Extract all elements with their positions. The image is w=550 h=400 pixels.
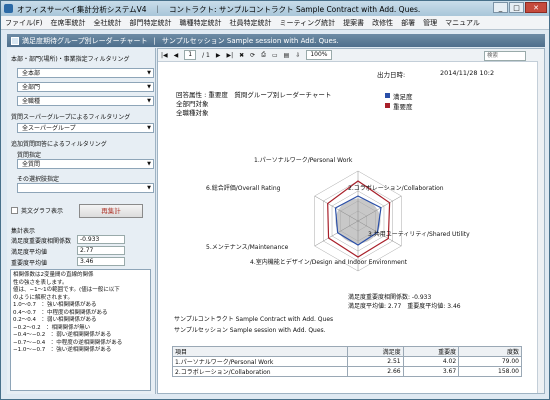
print-label: 出力日時: bbox=[377, 71, 406, 79]
window-title: オフィスサーベイ集計分析システムV4 ｜ コントラクト: サンプルコントラクト … bbox=[17, 5, 421, 14]
group-label: 質問スーパーグループによるフィルタリング bbox=[11, 114, 131, 121]
contract-text: サンプルコントラクト Sample Contract with Add. Que… bbox=[174, 316, 334, 323]
corr-text: 満足度重要度相関係数: -0.933 bbox=[348, 294, 432, 301]
prev-page-icon[interactable]: ◀ bbox=[174, 52, 179, 59]
choice-select[interactable]: ▼ bbox=[17, 183, 154, 193]
session-text: サンプルセッション Sample session with Add. Ques. bbox=[174, 327, 326, 334]
menu-job[interactable]: 職種特定統計 bbox=[176, 18, 226, 28]
stat3-value: 3.46 bbox=[77, 257, 125, 266]
chevron-down-icon: ▼ bbox=[147, 98, 151, 104]
table-row: 2.コラボレーション/Collaboration 2.66 3.67 158.00 bbox=[172, 366, 522, 377]
first-page-icon[interactable]: |◀ bbox=[161, 52, 168, 59]
menu-bar: ファイル(F) 在席率統計 全社統計 部門特定統計 職種特定統計 社員特定統計 … bbox=[1, 16, 549, 30]
search-input[interactable]: 検索 bbox=[484, 51, 526, 61]
title-bar: オフィスサーベイ集計分析システムV4 ｜ コントラクト: サンプルコントラクト … bbox=[1, 1, 549, 16]
question-select[interactable]: 全質問 ▼ bbox=[17, 159, 154, 169]
english-checkbox[interactable] bbox=[11, 207, 18, 214]
minimize-icon[interactable]: _ bbox=[493, 2, 508, 13]
report-viewer: |◀ ◀ 1 / 1 ▶ ▶| ✖ ⟳ ⎙ ▭ ▤ ⇩ 100% 検索 出力日時… bbox=[157, 48, 545, 394]
legend-satisfaction-swatch bbox=[385, 93, 390, 98]
chevron-down-icon: ▼ bbox=[147, 84, 151, 90]
menu-dept[interactable]: 部門特定統計 bbox=[126, 18, 176, 28]
axis-label-3: 3.共用ユーティリティ/Shared Utility bbox=[368, 231, 470, 238]
table-row: 1.パーソナルワーク/Personal Work 2.51 4.02 79.00 bbox=[172, 356, 522, 367]
refresh-icon[interactable]: ⟳ bbox=[250, 52, 255, 59]
close-icon[interactable]: ✕ bbox=[525, 2, 547, 13]
chevron-down-icon: ▼ bbox=[147, 161, 151, 167]
chevron-down-icon: ▼ bbox=[147, 185, 151, 191]
menu-occupancy[interactable]: 在席率統計 bbox=[47, 18, 90, 28]
english-label: 英文グラフ表示 bbox=[21, 208, 64, 215]
menu-manual[interactable]: マニュアル bbox=[441, 18, 484, 28]
menu-proposal[interactable]: 提案書 bbox=[339, 18, 368, 28]
stats-label: 集計表示 bbox=[11, 228, 36, 235]
menu-company[interactable]: 全社統計 bbox=[90, 18, 126, 28]
page-total: / 1 bbox=[202, 51, 210, 59]
result-table: 項目 満足度 重要度 度数 1.パーソナルワーク/Personal Work 2.… bbox=[172, 346, 522, 377]
panel-title: 満足度期待グループ別レーダーチャート bbox=[22, 36, 148, 45]
legend-satisfaction: 満足度 bbox=[393, 93, 413, 101]
setup-icon[interactable]: ▤ bbox=[284, 52, 290, 59]
chevron-down-icon: ▼ bbox=[147, 125, 151, 131]
menu-division[interactable]: 部署 bbox=[397, 18, 419, 28]
legend-importance: 重要度 bbox=[393, 103, 413, 111]
next-page-icon[interactable]: ▶ bbox=[216, 52, 221, 59]
attr-label: 追加質問回答によるフィルタリング bbox=[11, 141, 107, 148]
question-label: 質問指定 bbox=[17, 152, 42, 159]
last-page-icon[interactable]: ▶| bbox=[226, 52, 233, 59]
stat1-label: 満足度重要度相関係数 bbox=[11, 238, 72, 245]
report-scrollbar[interactable] bbox=[537, 61, 544, 393]
axis-label-4: 4.室内機能とデザイン/Design and Indoor Environmen… bbox=[250, 259, 407, 266]
axis-label-5: 5.メンテナンス/Maintenance bbox=[206, 244, 289, 251]
app-window: オフィスサーベイ集計分析システムV4 ｜ コントラクト: サンプルコントラクト … bbox=[0, 0, 550, 400]
notes-box: 相関係数は2変量間の直線的関係 性の強さを表します。 値は、−1～1の範囲です。(値… bbox=[10, 269, 151, 391]
dept2-select[interactable]: 全部門 ▼ bbox=[17, 82, 154, 92]
dept1-select[interactable]: 全本部 ▼ bbox=[17, 68, 154, 78]
print-date: 2014/11/28 10:2 bbox=[440, 69, 495, 77]
filter-panel: 本部・部門(場所)・事業指定フィルタリング 全本部 ▼ 全部門 ▼ 全職種 ▼ 質問ス… bbox=[7, 48, 156, 394]
table-header: 項目 満足度 重要度 度数 bbox=[172, 346, 522, 357]
report-toolbar: |◀ ◀ 1 / 1 ▶ ▶| ✖ ⟳ ⎙ ▭ ▤ ⇩ 100% 検索 bbox=[158, 49, 544, 62]
menu-file[interactable]: ファイル(F) bbox=[1, 18, 47, 28]
menu-meeting[interactable]: ミーティング統計 bbox=[276, 18, 340, 28]
chevron-down-icon: ▼ bbox=[147, 70, 151, 76]
layout-icon[interactable]: ▭ bbox=[272, 52, 278, 59]
panel-session: サンプルセッション Sample session with Add. Ques. bbox=[161, 36, 339, 45]
axis-label-6: 6.総合評価/Overall Rating bbox=[206, 185, 281, 192]
stat1-value: -0.933 bbox=[77, 235, 125, 244]
filter-label: 本部・部門(場所)・事業指定フィルタリング bbox=[11, 56, 130, 63]
maximize-icon[interactable]: □ bbox=[509, 2, 524, 13]
group-select[interactable]: 全スーパーグループ ▼ bbox=[17, 123, 154, 133]
menu-admin[interactable]: 管理 bbox=[419, 18, 441, 28]
print-icon[interactable]: ⎙ bbox=[261, 51, 266, 59]
menu-employee[interactable]: 社員特定統計 bbox=[226, 18, 276, 28]
report-sub2: 全職種対象 bbox=[176, 109, 209, 117]
legend-importance-swatch bbox=[385, 103, 390, 108]
menu-renovation[interactable]: 改修性 bbox=[368, 18, 397, 28]
axis-label-1: 1.パーソナルワーク/Personal Work bbox=[254, 157, 353, 164]
radar-chart bbox=[314, 170, 402, 272]
stat2-value: 2.77 bbox=[77, 246, 125, 255]
panel-header: 満足度期待グループ別レーダーチャート | サンプルセッション Sample se… bbox=[7, 34, 545, 47]
export-icon[interactable]: ⇩ bbox=[295, 52, 300, 59]
dept3-select[interactable]: 全職種 ▼ bbox=[17, 96, 154, 106]
stat3-label: 重要度平均値 bbox=[11, 260, 48, 267]
recalc-button[interactable]: 再集計 bbox=[79, 204, 143, 218]
app-icon bbox=[4, 4, 13, 13]
avg-text: 満足度平均値: 2.77 重要度平均値: 3.46 bbox=[348, 303, 461, 310]
page-input[interactable]: 1 bbox=[184, 50, 197, 60]
stat2-label: 満足度平均値 bbox=[11, 249, 48, 256]
axis-label-2: 2.コラボレーション/Collaboration bbox=[348, 185, 444, 192]
zoom-select[interactable]: 100% bbox=[306, 50, 332, 60]
stop-icon[interactable]: ✖ bbox=[239, 52, 244, 59]
chart-icon bbox=[11, 36, 19, 45]
choice-label: その選択肢指定 bbox=[17, 176, 60, 183]
